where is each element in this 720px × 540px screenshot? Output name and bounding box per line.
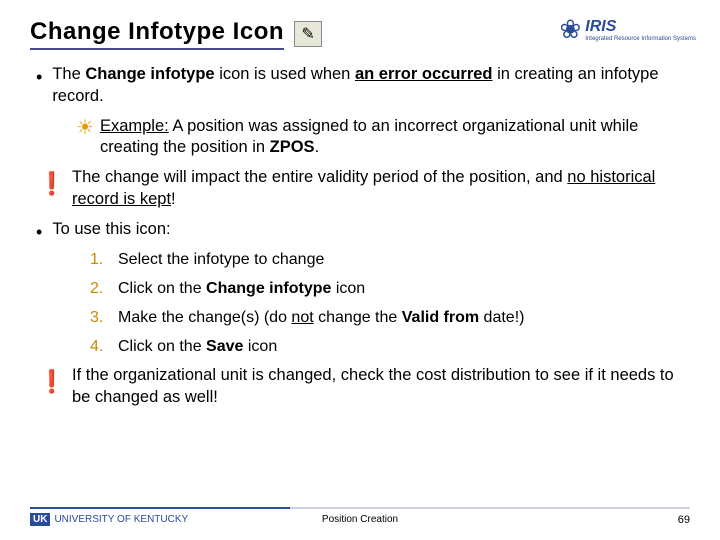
bullet-1: • The Change infotype icon is used when … [36, 64, 690, 108]
iris-label: IRIS [585, 18, 696, 36]
s3u: not [291, 309, 313, 326]
b1-bold: Change infotype [85, 65, 214, 83]
s2b: Change infotype [206, 280, 331, 297]
ordered-steps: 1. Select the infotype to change 2. Click … [90, 249, 690, 357]
page-number: 69 [678, 514, 690, 526]
footer: UK UNIVERSITY OF KENTUCKY Position Creat… [0, 507, 720, 526]
example-bold: ZPOS [270, 138, 315, 156]
iris-logo: ❀ IRIS Integrated Resource Information S… [559, 14, 696, 45]
s3b: change the [314, 309, 402, 326]
bullet-dot-icon: • [36, 64, 42, 108]
warning-1: ❗ The change will impact the entire vali… [38, 167, 690, 211]
iris-flower-icon: ❀ [559, 14, 581, 45]
b1-underline: an error occurred [355, 65, 493, 83]
example-row: ☀ Example: A position was assigned to an… [76, 116, 690, 160]
content-area: • The Change infotype icon is used when … [30, 64, 690, 409]
step-num: 2. [90, 278, 108, 299]
step-1-text: Select the infotype to change [118, 249, 324, 270]
s3a: Make the change(s) (do [118, 309, 291, 326]
exclamation-icon: ❗ [38, 365, 64, 396]
iris-sublabel: Integrated Resource Information Systems [585, 36, 696, 42]
warn1-a: The change will impact the entire validi… [72, 168, 567, 186]
footer-divider [30, 507, 690, 509]
warn1-b: ! [171, 190, 176, 208]
s4a: Click on the [118, 338, 206, 355]
warn2-text: If the organizational unit is changed, c… [72, 365, 690, 409]
uk-box-icon: UK [30, 513, 50, 526]
step-3: 3.Make the change(s) (do not change the … [90, 307, 690, 328]
s4c: icon [243, 338, 277, 355]
s2c: icon [331, 280, 365, 297]
example-label: Example: [100, 117, 169, 135]
example-end: . [315, 138, 320, 156]
step-2: 2. Click on the Change infotype icon [90, 278, 690, 299]
step-num: 1. [90, 249, 108, 270]
s2a: Click on the [118, 280, 206, 297]
footer-center: Position Creation [322, 514, 398, 525]
page-title: Change Infotype Icon [30, 18, 284, 50]
example-text: A position was assigned to an incorrect … [100, 117, 638, 157]
s3c: date!) [479, 309, 524, 326]
step-num: 3. [90, 307, 108, 328]
exclamation-icon: ❗ [38, 167, 64, 198]
b1-text-mid: icon is used when [215, 65, 355, 83]
s3bold: Valid from [402, 309, 479, 326]
bullet-2: • To use this icon: [36, 219, 690, 241]
step-1: 1. Select the infotype to change [90, 249, 690, 270]
b1-text-pre: The [52, 65, 85, 83]
warning-2: ❗ If the organizational unit is changed,… [38, 365, 690, 409]
uk-logo: UK UNIVERSITY OF KENTUCKY [30, 513, 188, 526]
b2-text: To use this icon: [52, 219, 170, 241]
bullet-dot-icon: • [36, 219, 42, 241]
s4b: Save [206, 338, 243, 355]
pencil-icon: ✎ [294, 21, 322, 47]
step-num: 4. [90, 336, 108, 357]
uk-text: UNIVERSITY OF KENTUCKY [54, 514, 188, 525]
step-4: 4. Click on the Save icon [90, 336, 690, 357]
sunburst-icon: ☀ [76, 116, 94, 160]
